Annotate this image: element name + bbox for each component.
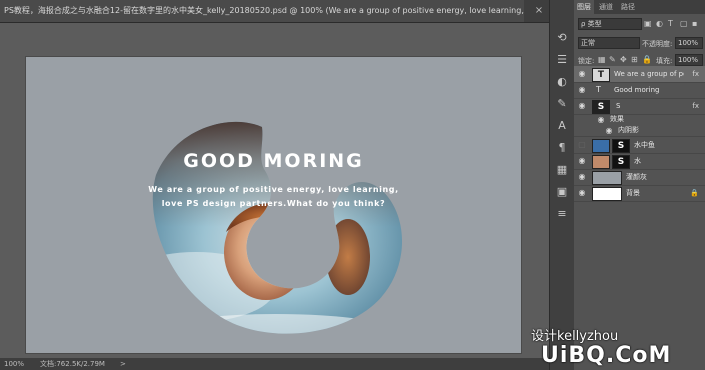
- filter-adjust-icon[interactable]: ◐: [656, 19, 663, 29]
- lock-row: 锁定: ▦ ✎ ✥ ⊞ 🔒 填充: 100%: [574, 53, 705, 67]
- layer-row-headline[interactable]: ◉ T Good moring: [574, 82, 705, 99]
- tagline-line-1: We are a group of positive energy, love …: [148, 185, 399, 194]
- status-bar: 100% 文档:762.5K/2.79M >: [0, 358, 549, 370]
- tagline-line-2: love PS design partners.What do you thin…: [161, 199, 386, 208]
- layer-row-tagline[interactable]: ◉ T We are a group of po... fx: [574, 66, 705, 83]
- adjustments-icon[interactable]: ◐: [554, 74, 570, 90]
- mask-thumb-icon: S: [612, 139, 630, 153]
- opacity-input[interactable]: 100%: [675, 37, 703, 49]
- headline-text: GOOD MORING: [183, 150, 364, 172]
- fill-thumb-icon: [592, 171, 622, 185]
- visibility-eye-icon[interactable]: ◉: [577, 85, 587, 95]
- layer-filter-row: ρ 类型 ▣ ◐ T ▢ ▪: [574, 17, 705, 31]
- blend-row: 正常 不透明度: 100%: [574, 36, 705, 50]
- panel-tab-bar: 图层 通道 路径: [574, 0, 705, 14]
- effects-label: 效果: [610, 115, 624, 123]
- background-thumb-icon: [592, 187, 622, 201]
- document-canvas[interactable]: GOOD MORING We are a group of positive e…: [26, 57, 521, 353]
- doc-size-readout: 文档:762.5K/2.79M: [40, 360, 105, 368]
- layer-name: 背景: [626, 189, 640, 197]
- character-icon[interactable]: A: [554, 118, 570, 134]
- inner-shadow-eye-icon[interactable]: ◉: [604, 126, 614, 136]
- watermark-author: 设计kellyzhou: [531, 329, 619, 344]
- layer-row-fish[interactable]: ▢ S 水中鱼: [574, 137, 705, 154]
- tab-channels[interactable]: 通道: [596, 0, 616, 14]
- layers-panel: 图层 通道 路径 ρ 类型 ▣ ◐ T ▢ ▪ 正常 不透明度: 100% 锁定…: [574, 0, 705, 370]
- fx-icon[interactable]: fx: [692, 66, 699, 82]
- layer-filter-select[interactable]: ρ 类型: [578, 18, 642, 30]
- properties-icon[interactable]: ☰: [554, 52, 570, 68]
- layer-row-background[interactable]: ◉ 背景 🔒: [574, 185, 705, 202]
- mask-thumb-icon: S: [612, 155, 630, 169]
- history-icon[interactable]: ⟲: [554, 30, 570, 46]
- layer-name: 水: [634, 157, 641, 165]
- zoom-readout[interactable]: 100%: [4, 358, 24, 370]
- text-layer-icon: T: [596, 85, 601, 94]
- watermark-site: UiBQ.CoM: [541, 343, 672, 368]
- layer-name: Good moring: [614, 86, 660, 94]
- effect-name: 内阴影: [618, 126, 639, 134]
- lock-paint-icon[interactable]: ✎: [609, 55, 616, 65]
- filter-text-icon[interactable]: T: [668, 19, 673, 29]
- shape-layer-thumb-icon: S: [592, 100, 610, 114]
- visibility-eye-icon[interactable]: ◉: [577, 188, 587, 198]
- watermark: 设计kellyzhou UiBQ.CoM: [531, 325, 701, 370]
- layer-name: S: [616, 102, 621, 110]
- layer-row-effects[interactable]: ◉ 效果: [574, 114, 705, 125]
- lock-artboard-icon[interactable]: ⊞: [631, 55, 638, 65]
- lock-all-icon[interactable]: 🔒: [642, 55, 652, 65]
- photo-thumb-icon: [592, 139, 610, 153]
- layer-name: We are a group of po...: [614, 70, 684, 78]
- visibility-eye-icon[interactable]: ◉: [577, 156, 587, 166]
- fill-label: 填充:: [656, 57, 673, 65]
- layer-name: 水中鱼: [634, 141, 655, 149]
- lock-label: 锁定:: [578, 57, 595, 65]
- lock-icon: 🔒: [690, 189, 699, 197]
- filter-smart-icon[interactable]: ▪: [692, 19, 697, 29]
- layer-row-inner-shadow[interactable]: ◉ 内阴影: [574, 125, 705, 137]
- visibility-eye-icon[interactable]: ◉: [577, 172, 587, 182]
- fill-input[interactable]: 100%: [675, 54, 703, 66]
- text-layer-thumb-icon: T: [592, 68, 610, 82]
- brush-icon[interactable]: ✎: [554, 96, 570, 112]
- opacity-label: 不透明度:: [642, 40, 673, 48]
- filter-shape-icon[interactable]: ▢: [680, 19, 688, 29]
- swatches-icon[interactable]: ▦: [554, 162, 570, 178]
- canvas-workspace: GOOD MORING We are a group of positive e…: [0, 23, 549, 358]
- tab-paths[interactable]: 路径: [618, 0, 638, 14]
- channels-icon[interactable]: ≡: [554, 206, 570, 222]
- lock-position-icon[interactable]: ✥: [620, 55, 627, 65]
- document-tab-bar: PS教程，海报合成之与水融合12-留在数字里的水中美女_kelly_201805…: [0, 0, 549, 23]
- effects-eye-icon[interactable]: ◉: [596, 115, 606, 125]
- visibility-eye-icon[interactable]: ◉: [577, 101, 587, 111]
- photo-thumb-icon: [592, 155, 610, 169]
- lock-pixels-icon[interactable]: ▦: [598, 55, 606, 65]
- layer-name: 灌颜灰: [626, 173, 647, 181]
- document-tab[interactable]: PS教程，海报合成之与水融合12-留在数字里的水中美女_kelly_201805…: [0, 0, 524, 22]
- s-shape-photo: [152, 121, 403, 334]
- visibility-off-icon[interactable]: ▢: [577, 140, 587, 150]
- layer-row-gray-fill[interactable]: ◉ 灌颜灰: [574, 169, 705, 186]
- blend-mode-select[interactable]: 正常: [578, 37, 640, 49]
- styles-icon[interactable]: ▣: [554, 184, 570, 200]
- panel-dock: ⟲ ☰ ◐ ✎ A ¶ ▦ ▣ ≡: [549, 0, 575, 370]
- fx-icon[interactable]: fx: [692, 98, 699, 114]
- layer-row-water[interactable]: ◉ S 水: [574, 153, 705, 170]
- filter-image-icon[interactable]: ▣: [644, 19, 652, 29]
- paragraph-icon[interactable]: ¶: [554, 140, 570, 156]
- close-tab-icon[interactable]: ×: [532, 0, 546, 22]
- tab-layers[interactable]: 图层: [574, 0, 594, 14]
- status-arrow-icon[interactable]: >: [120, 358, 126, 370]
- visibility-eye-icon[interactable]: ◉: [577, 69, 587, 79]
- layer-row-s-shape[interactable]: ◉ S S fx: [574, 98, 705, 115]
